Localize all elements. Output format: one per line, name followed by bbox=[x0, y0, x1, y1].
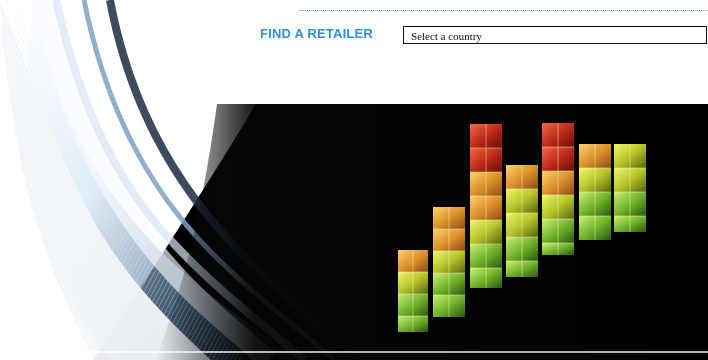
retailer-search-header: FIND A RETAILER Select a country bbox=[0, 0, 708, 95]
find-a-retailer-title: FIND A RETAILER bbox=[260, 26, 374, 41]
retailer-page: FIND A RETAILER Select a country bbox=[0, 0, 708, 360]
dotted-separator bbox=[300, 10, 708, 12]
country-select[interactable]: Select a country bbox=[404, 29, 706, 45]
country-select-wrapper[interactable]: Select a country bbox=[403, 26, 707, 45]
